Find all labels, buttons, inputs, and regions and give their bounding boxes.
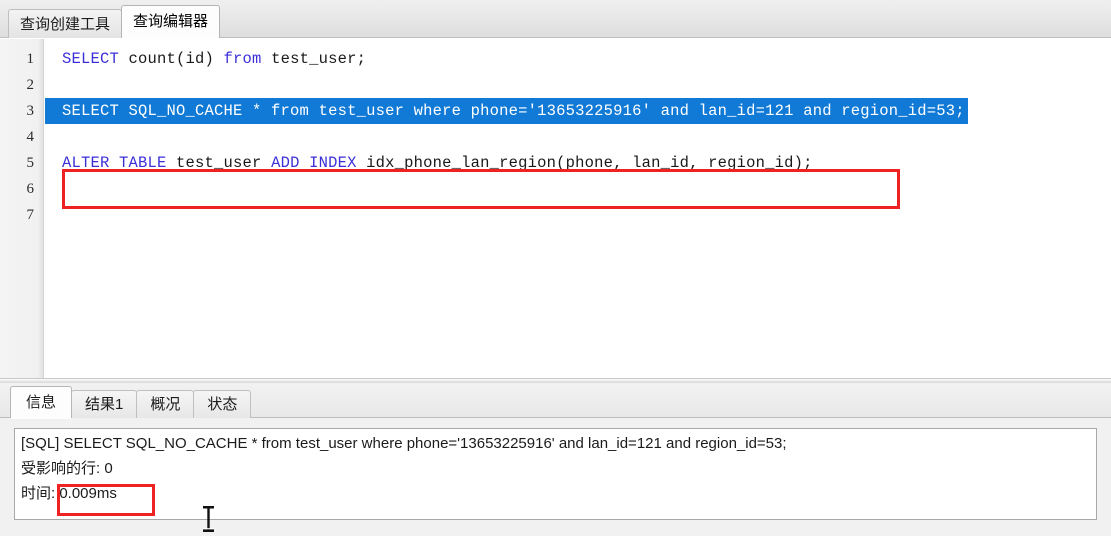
sql-keyword: and	[803, 102, 832, 120]
sql-text: region_id=53;	[831, 102, 965, 120]
line-number: 7	[26, 207, 35, 223]
code-line-4[interactable]	[45, 124, 1111, 150]
sql-keyword: from	[223, 50, 262, 68]
sql-text: test_user	[309, 102, 414, 120]
line-number-gutter: 1 2 3 4 5 6 7	[0, 39, 44, 378]
tab-query-editor[interactable]: 查询编辑器	[121, 5, 221, 39]
code-line-1[interactable]: SELECT count(id) from test_user;	[45, 46, 1111, 72]
sql-keyword: SELECT SQL_NO_CACHE	[62, 102, 243, 120]
message-output-panel[interactable]: [SQL] SELECT SQL_NO_CACHE * from test_us…	[14, 428, 1097, 520]
sql-code-area[interactable]: SELECT count(id) from test_user; SELECT …	[45, 39, 1111, 378]
code-line-7[interactable]	[45, 202, 1111, 228]
affected-rows-text: 受影响的行: 0	[21, 460, 113, 477]
line-number: 2	[26, 77, 35, 93]
sql-keyword: SELECT	[62, 50, 120, 68]
sql-keyword: and	[660, 102, 690, 120]
tab-query-editor-label: 查询编辑器	[133, 13, 209, 30]
sql-editor-window: 查询创建工具 查询编辑器 1 2 3 4 5 6 7 SELECT count(…	[0, 0, 1111, 536]
line-number: 5	[26, 155, 35, 171]
sql-editor-area[interactable]: 1 2 3 4 5 6 7 SELECT count(id) from test…	[0, 38, 1111, 378]
code-line-5[interactable]: ALTER TABLE test_user ADD INDEX idx_phon…	[45, 150, 1111, 176]
executed-sql-text: [SQL] SELECT SQL_NO_CACHE * from test_us…	[21, 435, 787, 452]
tab-query-builder-label: 查询创建工具	[20, 16, 111, 33]
sql-keyword: ADD INDEX	[271, 154, 357, 172]
sql-text: phone='13653225916'	[461, 102, 661, 120]
sql-text: test_user;	[261, 50, 367, 68]
tab-message-label: 信息	[26, 394, 57, 411]
tab-profile[interactable]: 概况	[136, 390, 195, 418]
sql-keyword: where	[413, 102, 462, 120]
sql-text: *	[242, 102, 272, 120]
tab-message[interactable]: 信息	[10, 386, 73, 419]
tab-status-label: 状态	[207, 396, 238, 413]
line-number: 3	[26, 103, 35, 119]
sql-text: lan_id=121	[689, 102, 804, 120]
execution-time-text: 时间: 0.009ms	[21, 485, 117, 502]
query-tabbar: 查询创建工具 查询编辑器	[0, 0, 1111, 39]
tab-result-1[interactable]: 结果1	[71, 390, 138, 418]
results-tab-list: 信息 结果1 概况 状态	[10, 386, 252, 419]
tab-status[interactable]: 状态	[193, 390, 252, 418]
results-tabbar: 信息 结果1 概况 状态	[0, 383, 1111, 419]
line-number: 1	[26, 51, 35, 67]
tab-query-builder[interactable]: 查询创建工具	[8, 9, 123, 38]
sql-keyword: from	[271, 102, 310, 120]
code-line-2[interactable]	[45, 72, 1111, 98]
results-panel: 信息 结果1 概况 状态 [SQL] SELECT SQL_NO_CACHE *…	[0, 383, 1111, 536]
sql-keyword: ALTER TABLE	[62, 154, 167, 172]
sql-text: idx_phone_lan_region(phone, lan_id, regi…	[356, 154, 813, 172]
code-line-6[interactable]	[45, 176, 1111, 202]
sql-text: count(id)	[119, 50, 224, 68]
line-number: 6	[26, 181, 35, 197]
code-line-3[interactable]: SELECT SQL_NO_CACHE * from test_user whe…	[45, 98, 968, 124]
tab-profile-label: 概况	[150, 396, 181, 413]
tab-result-1-label: 结果1	[85, 396, 124, 413]
query-tab-list: 查询创建工具 查询编辑器	[8, 5, 221, 39]
line-number: 4	[26, 129, 35, 145]
sql-text: test_user	[166, 154, 272, 172]
text-cursor-icon	[201, 506, 216, 532]
